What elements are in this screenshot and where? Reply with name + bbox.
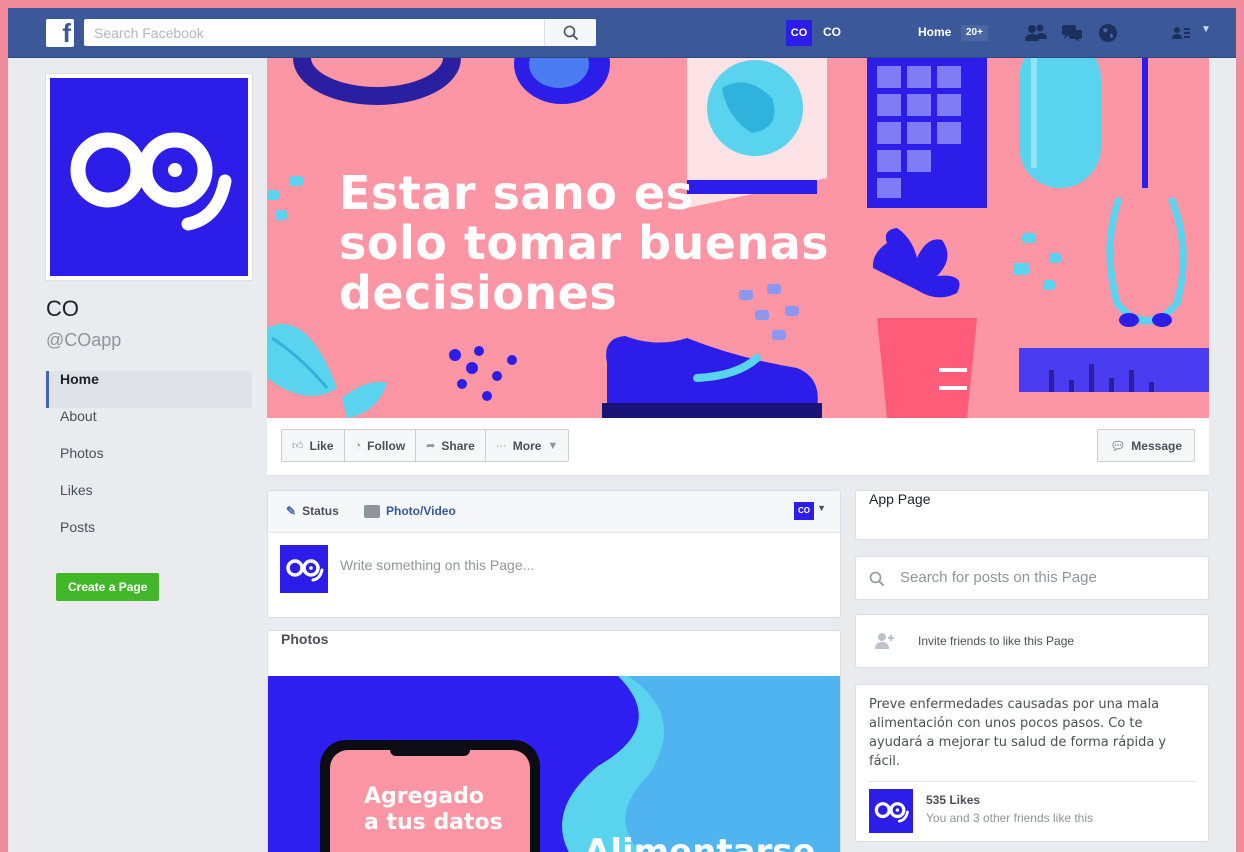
page-profile-picture[interactable] xyxy=(46,74,252,280)
composer-tabs: ✎ Status Photo/Video CO ▼ xyxy=(268,491,840,533)
like-label: Like xyxy=(309,438,334,453)
nav-item-likes[interactable]: Likes xyxy=(46,482,252,519)
page-navigation: Home About Photos Likes Posts xyxy=(46,371,252,556)
search-button[interactable] xyxy=(544,19,596,46)
share-label: Share xyxy=(441,438,475,453)
ellipsis-icon: ··· xyxy=(495,439,507,452)
photos-section-title[interactable]: Photos xyxy=(268,631,840,675)
page-about-card: Preve enfermedades causadas por una mala… xyxy=(855,684,1209,842)
more-button[interactable]: ··· More ▼ xyxy=(486,430,569,461)
tab-photo-video[interactable]: Photo/Video xyxy=(364,504,456,518)
post-as-avatar-selector[interactable]: CO xyxy=(794,502,814,520)
friends-like-this-text[interactable]: You and 3 other friends like this xyxy=(926,811,1093,825)
user-avatar[interactable]: CO xyxy=(786,20,812,46)
tab-status[interactable]: ✎ Status xyxy=(286,504,339,518)
photos-section: Photos Agregado a tus datos Alimentarse xyxy=(267,630,841,852)
likes-page-avatar xyxy=(869,789,913,833)
chevron-down-icon: ▼ xyxy=(547,439,559,452)
page-description: Preve enfermedades causadas por una mala… xyxy=(869,697,1167,769)
page-name: CO xyxy=(46,296,79,321)
messages-icon[interactable] xyxy=(1060,22,1084,44)
cover-headline-line-3: decisiones xyxy=(339,266,618,320)
facebook-logo-icon[interactable]: f xyxy=(46,18,74,48)
search-icon xyxy=(563,25,579,41)
cover-photo[interactable]: Estar sano es solo tomar buenas decision… xyxy=(267,58,1209,418)
follow-button[interactable]: ◔ Follow xyxy=(345,430,417,461)
share-arrow-icon: ➦ xyxy=(426,440,436,452)
page-post-search xyxy=(855,556,1209,600)
message-label: Message xyxy=(1131,438,1182,453)
like-button[interactable]: 👍︎ Like xyxy=(282,430,345,461)
message-button[interactable]: 💬︎ Message xyxy=(1097,429,1195,462)
composer-input[interactable] xyxy=(340,557,820,573)
photo-icon xyxy=(364,504,380,518)
create-page-button[interactable]: Create a Page xyxy=(56,573,160,601)
page-action-buttons: 👍︎ Like ◔ Follow ➦ Share ··· More ▼ xyxy=(281,429,570,462)
photo-video-label: Photo/Video xyxy=(386,504,456,518)
home-notification-badge: 20+ xyxy=(961,25,988,41)
rss-icon: ◔ xyxy=(354,439,362,452)
photo-thumbnail[interactable]: Agregado a tus datos Alimentarse xyxy=(268,676,840,852)
facebook-page-window: f CO CO Home 20+ ▼ C xyxy=(8,8,1236,852)
composer-avatar xyxy=(280,545,328,593)
page-username[interactable]: @COapp xyxy=(46,330,121,351)
nav-item-home[interactable]: Home xyxy=(46,371,252,408)
page-action-bar: 👍︎ Like ◔ Follow ➦ Share ··· More ▼ 💬︎ Message xyxy=(267,418,1209,476)
cover-headline-line-1: Estar sano es xyxy=(339,166,694,220)
account-menu-chevron-down-icon[interactable]: ▼ xyxy=(1201,24,1211,35)
user-name-link[interactable]: CO xyxy=(823,25,841,39)
nav-item-about[interactable]: About xyxy=(46,408,252,445)
friends-icon[interactable] xyxy=(1024,22,1048,44)
thumbs-up-icon: 👍︎ xyxy=(292,440,304,452)
cover-headline: Estar sano es solo tomar buenas decision… xyxy=(339,168,829,318)
follow-label: Follow xyxy=(367,438,406,453)
photo-overlay-text: Alimentarse xyxy=(584,832,816,852)
cover-headline-line-2: solo tomar buenas xyxy=(339,216,830,270)
nav-item-photos[interactable]: Photos xyxy=(46,445,252,482)
nav-item-posts[interactable]: Posts xyxy=(46,519,252,556)
phone-screen-text: Agregado a tus datos xyxy=(364,784,503,836)
co-logo xyxy=(50,78,248,276)
phone-text-line-2: a tus datos xyxy=(364,810,503,835)
search-bar xyxy=(84,19,596,46)
top-navigation-bar: f CO CO Home 20+ ▼ xyxy=(8,8,1236,58)
account-icon[interactable] xyxy=(1170,22,1194,44)
photo-illustration xyxy=(320,676,840,852)
page-post-search-input[interactable] xyxy=(900,569,1190,586)
add-friend-icon xyxy=(875,633,894,649)
pencil-icon: ✎ xyxy=(286,504,297,518)
divider xyxy=(869,781,1196,782)
chevron-down-icon[interactable]: ▼ xyxy=(817,503,826,513)
status-label: Status xyxy=(302,504,339,518)
app-page-card[interactable]: App Page xyxy=(855,490,1209,540)
share-button[interactable]: ➦ Share xyxy=(416,430,486,461)
home-link[interactable]: Home xyxy=(918,25,951,39)
invite-friends-label: Invite friends to like this Page xyxy=(918,634,1075,648)
search-input[interactable] xyxy=(84,19,544,46)
post-composer: ✎ Status Photo/Video CO ▼ xyxy=(267,490,841,618)
more-label: More xyxy=(512,438,542,453)
invite-friends-card[interactable]: Invite friends to like this Page xyxy=(855,614,1209,668)
phone-text-line-1: Agregado xyxy=(364,784,485,809)
search-icon xyxy=(869,571,885,587)
globe-icon[interactable] xyxy=(1096,22,1120,44)
messenger-icon: 💬︎ xyxy=(1110,438,1126,453)
likes-count[interactable]: 535 Likes xyxy=(926,793,980,807)
